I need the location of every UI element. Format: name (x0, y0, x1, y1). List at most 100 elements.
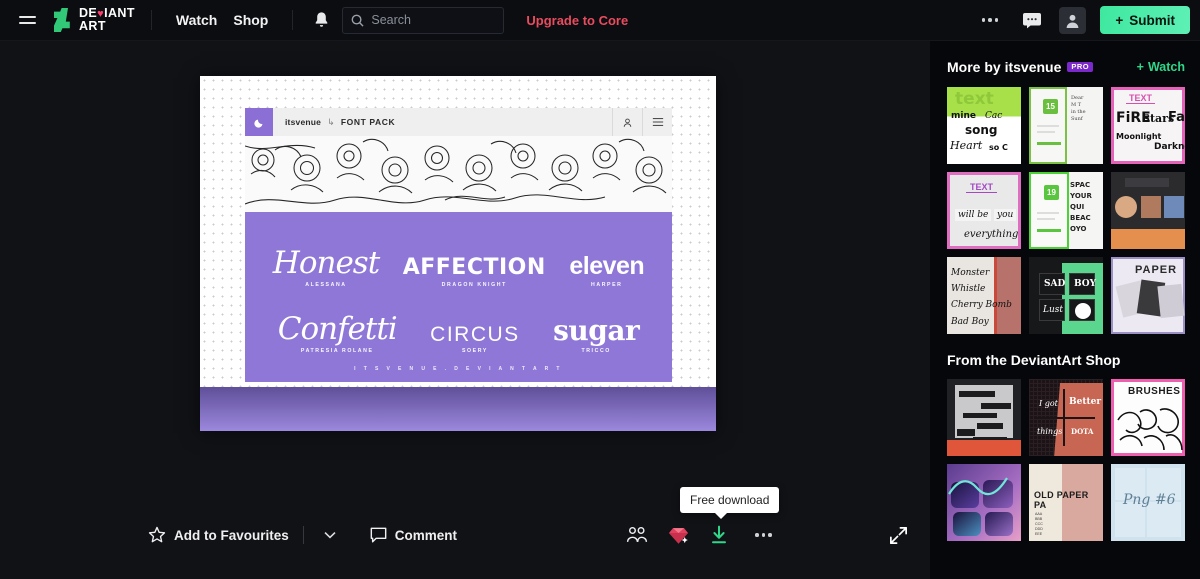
deviantart-wordmark: DE♥IANT ART (79, 6, 135, 33)
sidebar-watch-label: Watch (1147, 60, 1185, 74)
font-name-4: PATRESIA ROLANE (300, 348, 374, 354)
thumb-paper-pack[interactable]: PAPER (1111, 257, 1185, 334)
font-sample-3: eleven HARPER (569, 252, 645, 289)
font-name-2: DRAGON KNIGHT (441, 282, 507, 288)
plus-icon: + (1115, 12, 1124, 28)
thumb-pink-fire[interactable]: TEXT FiRE Stars Fake Moonlight Darkness (1111, 87, 1185, 164)
font-row-1: Honest ALESSANA AFFECTION DRAGON KNIGHT … (245, 230, 672, 289)
font-name-3: HARPER (591, 282, 623, 288)
font-name-1: ALESSANA (305, 282, 347, 288)
shop-thumb-png6[interactable]: Png #6 (1111, 464, 1185, 541)
font-sample-1: Honest ALESSANA (272, 245, 380, 289)
action-bar-left: Add to Favourites Comment (148, 524, 457, 546)
notifications-bell-icon[interactable] (313, 11, 330, 29)
mock-person-icon (612, 108, 642, 136)
deviantart-logo[interactable]: DE♥IANT ART (52, 7, 135, 33)
shop-thumb-brushes[interactable]: BRUSHES (1111, 379, 1185, 456)
search-placeholder: Search (371, 13, 411, 27)
deviation-stage: itsvenue ↳ FONT PACK Honest ALESSANA AFF… (0, 41, 930, 579)
sidebar-watch-button[interactable]: + Watch (1137, 60, 1185, 74)
deviation-image[interactable]: itsvenue ↳ FONT PACK Honest ALESSANA AFF… (200, 76, 716, 431)
mock-browser-window: itsvenue ↳ FONT PACK Honest ALESSANA AFF… (245, 108, 672, 382)
action-bar-right (626, 525, 778, 545)
mock-user: itsvenue (285, 117, 322, 127)
thumb-green-card-2[interactable]: 19 SPAC YOUR QUI BEAC OYO (1029, 172, 1103, 249)
floral-doodle-strip (245, 136, 672, 212)
gem-badge-icon[interactable] (668, 526, 689, 545)
right-sidebar: More by itsvenue PRO + Watch text mine C… (930, 41, 1200, 579)
thumb-pink-text[interactable]: TEXT will be you everything (947, 172, 1021, 249)
more-by-title: More by itsvenue (947, 59, 1062, 75)
shop-thumb-old-paper[interactable]: OLD PAPER PA AAA BBB CCC DDD EEE (1029, 464, 1103, 541)
font-sample-4: Confetti PATRESIA ROLANE (277, 311, 398, 355)
font-display-3: eleven (569, 252, 645, 280)
font-display-1: Honest (272, 245, 380, 281)
thumb-dark-sad[interactable]: SAD BOY Lust (1029, 257, 1103, 334)
shop-thumb-grid-quotes[interactable]: I got Better things DOTA (1029, 379, 1103, 456)
free-download-tooltip: Free download (680, 487, 780, 519)
submit-button[interactable]: + Submit (1100, 6, 1190, 34)
action-divider (302, 526, 304, 544)
chevron-down-icon[interactable] (318, 524, 342, 546)
font-name-6: TRICCO (581, 348, 611, 354)
font-sample-5: CIRCUS SOERY (430, 324, 520, 354)
more-by-header: More by itsvenue PRO + Watch (947, 59, 1185, 75)
chat-icon[interactable] (1018, 7, 1045, 34)
more-options-icon[interactable] (749, 527, 778, 543)
deviation-title-block: . fonts pack #32 by itsvenue PRO + Watch (0, 569, 930, 579)
shop-thumb-abstract[interactable] (947, 464, 1021, 541)
submit-label: Submit (1129, 12, 1175, 28)
add-to-favourites-button[interactable]: Add to Favourites (148, 526, 289, 544)
mock-breadcrumb: itsvenue ↳ FONT PACK (273, 117, 612, 128)
artwork-bottom-gradient (200, 387, 716, 431)
artwork-watermark: I T S V E N U E . D E V I A N T A R T (354, 366, 563, 372)
speech-bubble-icon (370, 527, 387, 542)
comment-label: Comment (394, 527, 458, 543)
nav-item-watch[interactable]: Watch (168, 8, 225, 32)
download-arrow-icon[interactable] (709, 525, 729, 545)
thumb-green-card[interactable]: 15 Dear M Tin the Sunf (1029, 87, 1103, 164)
user-avatar-icon[interactable] (1059, 6, 1087, 34)
fullscreen-expand-icon[interactable] (888, 525, 909, 551)
font-name-5: SOERY (461, 348, 488, 354)
group-people-icon[interactable] (626, 526, 648, 544)
star-icon (148, 526, 166, 543)
top-navigation-bar: DE♥IANT ART Watch Shop Search Upgrade to… (0, 0, 1200, 41)
mock-section: FONT PACK (340, 117, 396, 127)
font-sample-2: AFFECTION DRAGON KNIGHT (402, 255, 546, 289)
upgrade-to-core-link[interactable]: Upgrade to Core (526, 13, 628, 28)
shop-thumbnail-grid: I got Better things DOTA BRUSHES OLD PAP… (947, 379, 1185, 541)
comment-button[interactable]: Comment (370, 527, 457, 544)
font-display-5: CIRCUS (430, 323, 520, 346)
font-sample-6: sugar TRICCO (553, 314, 640, 355)
thumb-text-green[interactable]: text mine Cac song Heart so C (947, 87, 1021, 164)
mock-browser-bar: itsvenue ↳ FONT PACK (245, 108, 672, 136)
shop-thumb-text-bubbles[interactable] (947, 379, 1021, 456)
plus-icon: + (1136, 60, 1144, 74)
font-showcase-panel: Honest ALESSANA AFFECTION DRAGON KNIGHT … (245, 212, 672, 382)
font-display-6: sugar (553, 314, 640, 347)
thumb-dark-orange[interactable] (1111, 172, 1185, 249)
search-icon (351, 14, 364, 27)
search-input[interactable]: Search (342, 6, 505, 34)
mock-arrow-icon: ↳ (327, 116, 335, 127)
font-display-4: Confetti (277, 311, 398, 347)
deviation-action-bar: Add to Favourites Comment (0, 496, 930, 574)
font-display-2: AFFECTION (402, 255, 546, 280)
nav-right-cluster: + Submit (976, 6, 1200, 34)
nav-divider-2 (292, 10, 294, 30)
favourites-label: Add to Favourites (174, 527, 289, 543)
thumb-monster-list[interactable]: Monster Whistle Cherry Bomb Bad Boy (947, 257, 1021, 334)
deviantart-page: DE♥IANT ART Watch Shop Search Upgrade to… (0, 0, 1200, 579)
sidebar-pro-badge: PRO (1067, 61, 1094, 73)
moon-icon (245, 108, 273, 136)
hamburger-menu-icon[interactable] (10, 16, 44, 24)
shop-section-title: From the DeviantArt Shop (947, 352, 1121, 368)
nav-item-shop[interactable]: Shop (225, 8, 276, 32)
deviantart-mark-icon (52, 7, 73, 33)
more-dots-icon[interactable] (976, 12, 1005, 28)
more-by-thumbnail-grid: text mine Cac song Heart so C 15 Dear M … (947, 87, 1185, 334)
mock-menu-icon (642, 108, 672, 136)
font-row-2: Confetti PATRESIA ROLANE CIRCUS SOERY su… (245, 296, 672, 355)
nav-divider-1 (150, 10, 152, 30)
